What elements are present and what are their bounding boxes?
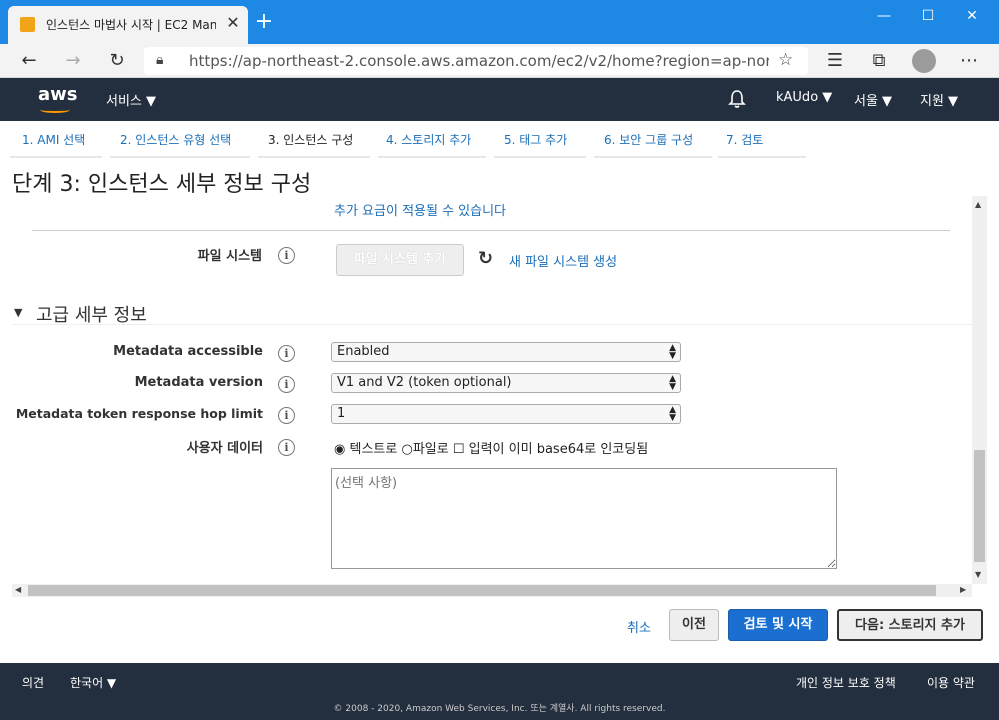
- step-ami[interactable]: 1. AMI 선택: [10, 131, 102, 158]
- browser-tab[interactable]: 인스턴스 마법사 시작 | EC2 Man ✕: [8, 6, 248, 44]
- language-menu[interactable]: 한국어 ▼: [70, 674, 116, 691]
- base64-checkbox[interactable]: ☐: [453, 442, 465, 457]
- aws-header: aws 서비스 ▼ kAUdo ▼ 서울 ▼ 지원 ▼: [0, 78, 999, 121]
- horizontal-scroll-thumb[interactable]: [28, 585, 936, 596]
- scroll-down-icon[interactable]: ▼: [975, 570, 981, 579]
- info-icon[interactable]: i: [278, 407, 295, 424]
- info-icon[interactable]: i: [278, 376, 295, 393]
- browser-navbar: ← → ↻ 🔒︎ https://ap-northeast-2.console.…: [0, 44, 999, 78]
- step-security-group[interactable]: 6. 보안 그룹 구성: [594, 131, 712, 158]
- back-icon[interactable]: ←: [18, 50, 40, 72]
- hop-limit-label: Metadata token response hop limit: [15, 406, 263, 421]
- section-divider: [12, 324, 972, 325]
- scroll-right-icon[interactable]: ▶: [960, 585, 966, 594]
- horizontal-scrollbar[interactable]: ◀ ▶: [12, 584, 972, 597]
- vertical-scroll-thumb[interactable]: [974, 450, 985, 562]
- review-launch-button[interactable]: 검토 및 시작: [728, 609, 828, 641]
- step-add-storage[interactable]: 4. 스토리지 추가: [378, 131, 486, 158]
- previous-button[interactable]: 이전: [669, 609, 719, 641]
- info-icon[interactable]: i: [278, 345, 295, 362]
- notification-bell-icon[interactable]: [728, 89, 746, 109]
- aws-footer: 의견 한국어 ▼ 개인 정보 보호 정책 이용 약관 © 2008 - 2020…: [0, 663, 999, 720]
- account-menu[interactable]: kAUdo ▼: [776, 90, 832, 105]
- cancel-link[interactable]: 취소: [627, 617, 651, 636]
- extra-charges-link[interactable]: 추가 요금이 적용될 수 있습니다: [334, 200, 506, 219]
- content-panel: 추가 요금이 적용될 수 있습니다 파일 시스템 i 파일 시스템 추가 ↻ 새…: [12, 196, 972, 584]
- filesystem-label: 파일 시스템: [197, 249, 262, 264]
- refresh-icon[interactable]: ↻: [478, 248, 493, 269]
- hop-limit-select[interactable]: 1 ▲ ▼: [331, 404, 681, 424]
- step-review[interactable]: 7. 검토: [718, 131, 806, 158]
- metadata-version-select[interactable]: V1 and V2 (token optional) ▲ ▼: [331, 373, 681, 393]
- select-arrows-icon: ▲ ▼: [669, 343, 676, 361]
- terms-link[interactable]: 이용 약관: [927, 674, 975, 691]
- tab-title: 인스턴스 마법사 시작 | EC2 Man: [46, 18, 216, 32]
- aws-smile-icon: [40, 107, 70, 113]
- info-icon[interactable]: i: [278, 439, 295, 456]
- favorite-star-icon[interactable]: ☆: [778, 50, 793, 70]
- add-filesystem-button[interactable]: 파일 시스템 추가: [336, 244, 464, 276]
- window-close-icon[interactable]: ✕: [952, 4, 992, 28]
- new-tab-icon[interactable]: +: [254, 11, 274, 33]
- scroll-up-icon[interactable]: ▲: [975, 200, 981, 209]
- step-add-tags[interactable]: 5. 태그 추가: [494, 131, 586, 158]
- support-menu[interactable]: 지원 ▼: [920, 90, 958, 109]
- more-menu-icon[interactable]: ⋯: [958, 50, 980, 72]
- maximize-icon[interactable]: ☐: [908, 4, 948, 28]
- url-text: https://ap-northeast-2.console.aws.amazo…: [189, 52, 769, 70]
- copyright-text: © 2008 - 2020, Amazon Web Services, Inc.…: [333, 704, 666, 714]
- browser-titlebar: 인스턴스 마법사 시작 | EC2 Man ✕ + — ☐ ✕: [0, 0, 999, 44]
- user-data-label: 사용자 데이터: [186, 441, 263, 456]
- services-menu[interactable]: 서비스 ▼: [106, 90, 156, 109]
- advanced-details-title[interactable]: 고급 세부 정보: [36, 301, 147, 327]
- region-menu[interactable]: 서울 ▼: [854, 90, 892, 109]
- vertical-scrollbar[interactable]: ▲ ▼: [972, 196, 987, 584]
- metadata-accessible-select[interactable]: Enabled ▲ ▼: [331, 342, 681, 362]
- address-bar[interactable]: 🔒︎ https://ap-northeast-2.console.aws.am…: [144, 47, 808, 75]
- minimize-icon[interactable]: —: [864, 4, 904, 28]
- refresh-icon[interactable]: ↻: [106, 50, 128, 72]
- page-title: 단계 3: 인스턴스 세부 정보 구성: [12, 172, 312, 197]
- feedback-link[interactable]: 의견: [22, 674, 44, 691]
- select-arrows-icon: ▲ ▼: [669, 405, 676, 423]
- profile-avatar[interactable]: [912, 49, 936, 73]
- user-data-textarea[interactable]: [331, 468, 837, 569]
- aws-favicon-icon: [20, 17, 35, 32]
- scroll-left-icon[interactable]: ◀: [15, 585, 21, 594]
- collections-icon[interactable]: ⧉: [868, 50, 890, 72]
- step-instance-type[interactable]: 2. 인스턴스 유형 선택: [110, 131, 250, 158]
- close-tab-icon[interactable]: ✕: [224, 14, 242, 32]
- collapse-caret-icon[interactable]: ▼: [14, 306, 22, 319]
- select-arrows-icon: ▲ ▼: [669, 374, 676, 392]
- radio-as-file[interactable]: ○: [401, 442, 412, 457]
- lock-icon: 🔒︎: [156, 52, 164, 68]
- info-icon[interactable]: i: [278, 247, 295, 264]
- create-filesystem-link[interactable]: 새 파일 시스템 생성: [509, 251, 617, 270]
- divider: [32, 230, 950, 231]
- radio-as-text[interactable]: ◉: [334, 442, 345, 457]
- next-storage-button[interactable]: 다음: 스토리지 추가: [837, 609, 983, 641]
- privacy-link[interactable]: 개인 정보 보호 정책: [796, 674, 896, 691]
- user-data-options: ◉ 텍스트로 ○파일로 ☐ 입력이 이미 base64로 인코딩됨: [334, 442, 649, 457]
- aws-logo[interactable]: aws: [38, 84, 78, 105]
- metadata-accessible-label: Metadata accessible: [113, 344, 263, 359]
- metadata-version-label: Metadata version: [134, 375, 263, 390]
- step-configure-instance[interactable]: 3. 인스턴스 구성: [258, 131, 370, 158]
- favorites-list-icon[interactable]: ☰: [824, 50, 846, 72]
- wizard-steps: 1. AMI 선택 2. 인스턴스 유형 선택 3. 인스턴스 구성 4. 스토…: [0, 121, 999, 159]
- forward-icon[interactable]: →: [62, 50, 84, 72]
